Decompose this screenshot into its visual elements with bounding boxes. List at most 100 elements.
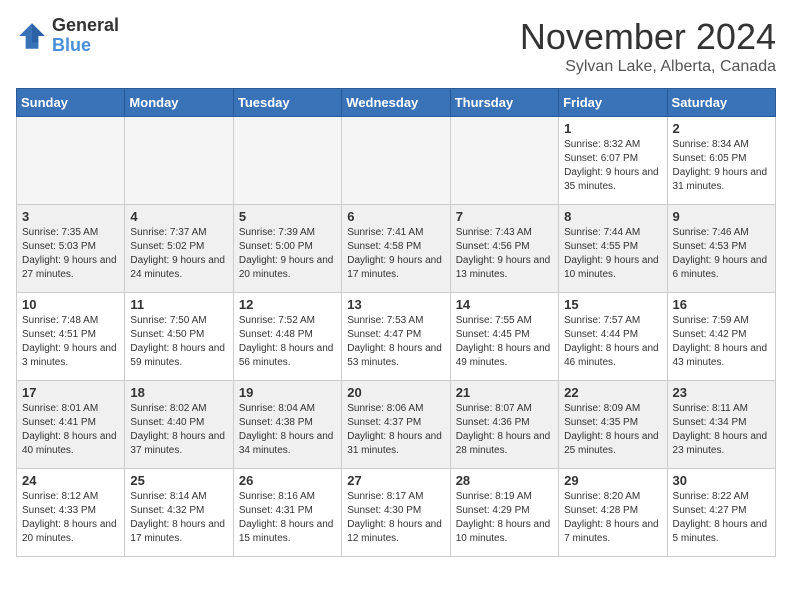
calendar-cell: 11Sunrise: 7:50 AM Sunset: 4:50 PM Dayli… [125,293,233,381]
calendar-cell [233,117,341,205]
calendar-cell: 9 Sunrise: 7:46 AM Sunset: 4:53 PM Daylig… [667,205,775,293]
day-number: 25 [130,473,227,488]
calendar-cell [342,117,450,205]
day-info: Sunrise: 8:12 AM Sunset: 4:33 PM Dayligh… [22,490,119,546]
logo-icon [16,20,48,52]
calendar-cell: 15 Sunrise: 7:57 AM Sunset: 4:44 PM Dayli… [559,293,667,381]
calendar-cell: 16Sunrise: 7:59 AM Sunset: 4:42 PM Dayli… [667,293,775,381]
day-info: Sunrise: 8:04 AM Sunset: 4:38 PM Dayligh… [239,402,336,458]
day-info: Sunrise: 8:34 AM Sunset: 6:05 PM Dayligh… [673,138,770,194]
header-friday: Friday [559,89,667,117]
day-info: Sunrise: 8:06 AM Sunset: 4:37 PM Dayligh… [347,402,444,458]
day-info: Sunrise: 8:20 AM Sunset: 4:28 PM Dayligh… [564,490,661,546]
calendar-week-row: 3Sunrise: 7:35 AM Sunset: 5:03 PM Daylig… [17,205,776,293]
calendar-cell: 4 Sunrise: 7:37 AM Sunset: 5:02 PM Daylig… [125,205,233,293]
day-number: 26 [239,473,336,488]
calendar-cell: 22 Sunrise: 8:09 AM Sunset: 4:35 PM Dayli… [559,381,667,469]
calendar-header: Sunday Monday Tuesday Wednesday Thursday… [17,89,776,117]
calendar-cell: 30Sunrise: 8:22 AM Sunset: 4:27 PM Dayli… [667,469,775,557]
day-number: 16 [673,297,770,312]
calendar-cell: 5Sunrise: 7:39 AM Sunset: 5:00 PM Daylig… [233,205,341,293]
day-info: Sunrise: 7:44 AM Sunset: 4:55 PM Dayligh… [564,226,661,282]
calendar-cell: 10 Sunrise: 7:48 AM Sunset: 4:51 PM Dayli… [17,293,125,381]
day-info: Sunrise: 8:17 AM Sunset: 4:30 PM Dayligh… [347,490,444,546]
calendar-table: Sunday Monday Tuesday Wednesday Thursday… [16,88,776,557]
calendar-cell: 19 Sunrise: 8:04 AM Sunset: 4:38 PM Dayli… [233,381,341,469]
day-info: Sunrise: 7:53 AM Sunset: 4:47 PM Dayligh… [347,314,444,370]
calendar-cell: 17 Sunrise: 8:01 AM Sunset: 4:41 PM Dayli… [17,381,125,469]
calendar-cell: 1 Sunrise: 8:32 AM Sunset: 6:07 PM Daylig… [559,117,667,205]
calendar-week-row: 17 Sunrise: 8:01 AM Sunset: 4:41 PM Dayli… [17,381,776,469]
calendar-cell: 24 Sunrise: 8:12 AM Sunset: 4:33 PM Dayli… [17,469,125,557]
day-number: 28 [456,473,553,488]
calendar-week-row: 1 Sunrise: 8:32 AM Sunset: 6:07 PM Daylig… [17,117,776,205]
calendar-cell: 7 Sunrise: 7:43 AM Sunset: 4:56 PM Daylig… [450,205,558,293]
day-info: Sunrise: 7:35 AM Sunset: 5:03 PM Dayligh… [22,226,119,282]
day-info: Sunrise: 8:09 AM Sunset: 4:35 PM Dayligh… [564,402,661,458]
day-number: 2 [673,121,770,136]
day-info: Sunrise: 7:48 AM Sunset: 4:51 PM Dayligh… [22,314,119,370]
month-year-title: November 2024 [520,16,776,58]
calendar-cell [17,117,125,205]
day-info: Sunrise: 7:46 AM Sunset: 4:53 PM Dayligh… [673,226,770,282]
day-info: Sunrise: 7:37 AM Sunset: 5:02 PM Dayligh… [130,226,227,282]
day-number: 18 [130,385,227,400]
day-info: Sunrise: 7:41 AM Sunset: 4:58 PM Dayligh… [347,226,444,282]
header-saturday: Saturday [667,89,775,117]
day-info: Sunrise: 8:32 AM Sunset: 6:07 PM Dayligh… [564,138,661,194]
day-number: 6 [347,209,444,224]
title-section: November 2024 Sylvan Lake, Alberta, Cana… [520,16,776,76]
day-number: 15 [564,297,661,312]
day-info: Sunrise: 7:52 AM Sunset: 4:48 PM Dayligh… [239,314,336,370]
day-number: 12 [239,297,336,312]
calendar-cell: 18 Sunrise: 8:02 AM Sunset: 4:40 PM Dayli… [125,381,233,469]
calendar-week-row: 10 Sunrise: 7:48 AM Sunset: 4:51 PM Dayli… [17,293,776,381]
day-number: 20 [347,385,444,400]
day-info: Sunrise: 7:43 AM Sunset: 4:56 PM Dayligh… [456,226,553,282]
location-subtitle: Sylvan Lake, Alberta, Canada [520,58,776,76]
day-number: 1 [564,121,661,136]
calendar-cell: 3Sunrise: 7:35 AM Sunset: 5:03 PM Daylig… [17,205,125,293]
day-number: 27 [347,473,444,488]
day-number: 4 [130,209,227,224]
day-number: 10 [22,297,119,312]
day-info: Sunrise: 7:57 AM Sunset: 4:44 PM Dayligh… [564,314,661,370]
day-info: Sunrise: 8:22 AM Sunset: 4:27 PM Dayligh… [673,490,770,546]
day-number: 13 [347,297,444,312]
page-header: General Blue November 2024 Sylvan Lake, … [16,16,776,76]
calendar-cell: 27 Sunrise: 8:17 AM Sunset: 4:30 PM Dayli… [342,469,450,557]
calendar-cell: 14 Sunrise: 7:55 AM Sunset: 4:45 PM Dayli… [450,293,558,381]
logo: General Blue [16,16,119,56]
calendar-cell: 25Sunrise: 8:14 AM Sunset: 4:32 PM Dayli… [125,469,233,557]
calendar-body: 1 Sunrise: 8:32 AM Sunset: 6:07 PM Daylig… [17,117,776,557]
calendar-cell: 20 Sunrise: 8:06 AM Sunset: 4:37 PM Dayli… [342,381,450,469]
day-number: 7 [456,209,553,224]
calendar-cell: 12 Sunrise: 7:52 AM Sunset: 4:48 PM Dayli… [233,293,341,381]
calendar-cell: 28Sunrise: 8:19 AM Sunset: 4:29 PM Dayli… [450,469,558,557]
calendar-cell: 26Sunrise: 8:16 AM Sunset: 4:31 PM Dayli… [233,469,341,557]
day-info: Sunrise: 8:01 AM Sunset: 4:41 PM Dayligh… [22,402,119,458]
day-info: Sunrise: 8:02 AM Sunset: 4:40 PM Dayligh… [130,402,227,458]
day-info: Sunrise: 7:55 AM Sunset: 4:45 PM Dayligh… [456,314,553,370]
logo-text: General Blue [52,16,119,56]
day-number: 14 [456,297,553,312]
day-number: 8 [564,209,661,224]
day-number: 29 [564,473,661,488]
calendar-week-row: 24 Sunrise: 8:12 AM Sunset: 4:33 PM Dayli… [17,469,776,557]
calendar-cell: 8 Sunrise: 7:44 AM Sunset: 4:55 PM Daylig… [559,205,667,293]
day-info: Sunrise: 8:11 AM Sunset: 4:34 PM Dayligh… [673,402,770,458]
calendar-cell: 29 Sunrise: 8:20 AM Sunset: 4:28 PM Dayli… [559,469,667,557]
day-number: 9 [673,209,770,224]
day-info: Sunrise: 8:07 AM Sunset: 4:36 PM Dayligh… [456,402,553,458]
day-number: 19 [239,385,336,400]
header-row: Sunday Monday Tuesday Wednesday Thursday… [17,89,776,117]
calendar-cell: 6 Sunrise: 7:41 AM Sunset: 4:58 PM Daylig… [342,205,450,293]
day-info: Sunrise: 7:39 AM Sunset: 5:00 PM Dayligh… [239,226,336,282]
day-number: 24 [22,473,119,488]
day-number: 17 [22,385,119,400]
calendar-cell [450,117,558,205]
day-number: 22 [564,385,661,400]
calendar-cell: 23Sunrise: 8:11 AM Sunset: 4:34 PM Dayli… [667,381,775,469]
header-thursday: Thursday [450,89,558,117]
day-number: 21 [456,385,553,400]
